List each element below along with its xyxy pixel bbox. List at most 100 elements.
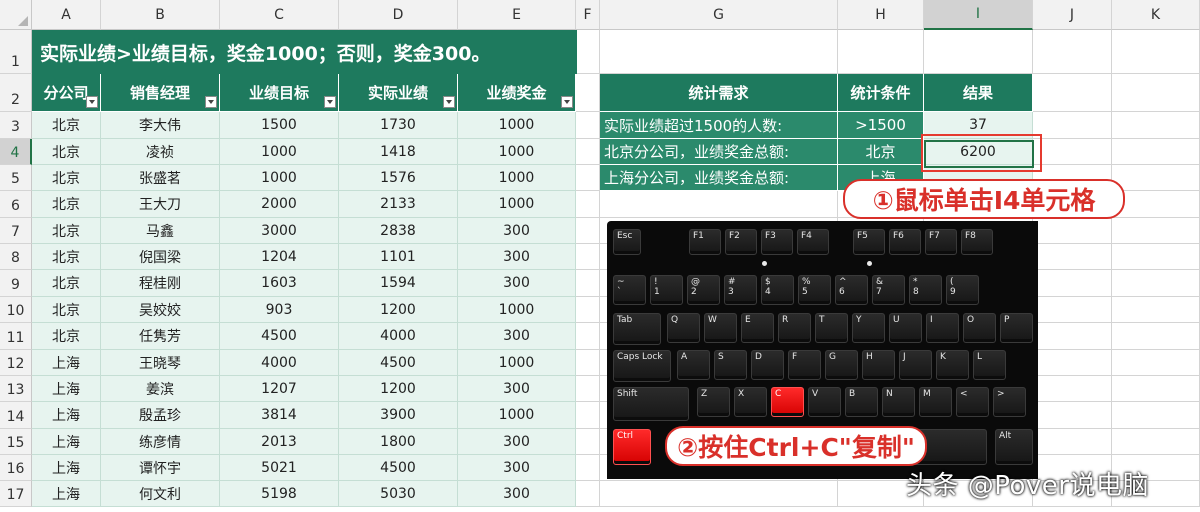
filter-dropdown-icon[interactable]: [324, 96, 336, 108]
data-cell[interactable]: 1800: [339, 429, 458, 455]
data-cell[interactable]: 4500: [220, 323, 339, 350]
cell[interactable]: [576, 297, 600, 323]
cell[interactable]: [600, 481, 838, 507]
cell[interactable]: [1033, 376, 1112, 402]
cell[interactable]: [576, 30, 600, 74]
row-header-1[interactable]: 1: [0, 30, 32, 74]
data-cell[interactable]: 300: [458, 270, 576, 297]
data-cell[interactable]: 2838: [339, 218, 458, 244]
cell[interactable]: [1112, 191, 1200, 218]
cell[interactable]: [1033, 244, 1112, 270]
row-header-9[interactable]: 9: [0, 270, 32, 297]
data-cell[interactable]: 1000: [220, 165, 339, 191]
select-all-corner[interactable]: [0, 0, 32, 30]
data-cell[interactable]: 倪国梁: [101, 244, 220, 270]
stats-condition-cell[interactable]: >1500: [838, 112, 924, 139]
cell[interactable]: [1112, 429, 1200, 455]
stats-header-cell[interactable]: 统计条件: [838, 74, 924, 112]
data-cell[interactable]: 1594: [339, 270, 458, 297]
data-cell[interactable]: 3000: [220, 218, 339, 244]
data-cell[interactable]: 3900: [339, 402, 458, 429]
column-title-cell[interactable]: 销售经理: [101, 74, 220, 112]
stats-need-cell[interactable]: 上海分公司，业绩奖金总额:: [600, 165, 838, 191]
data-cell[interactable]: 北京: [32, 270, 101, 297]
cell[interactable]: [576, 139, 600, 165]
column-header-b[interactable]: B: [101, 0, 220, 30]
column-header-i[interactable]: I: [924, 0, 1033, 30]
row-header-5[interactable]: 5: [0, 165, 32, 191]
data-cell[interactable]: 300: [458, 455, 576, 481]
cell[interactable]: [1033, 429, 1112, 455]
data-cell[interactable]: 1000: [458, 297, 576, 323]
data-cell[interactable]: 4000: [339, 323, 458, 350]
data-cell[interactable]: 300: [458, 481, 576, 507]
data-cell[interactable]: 上海: [32, 402, 101, 429]
cell[interactable]: [1033, 297, 1112, 323]
data-cell[interactable]: 上海: [32, 429, 101, 455]
data-cell[interactable]: 1000: [458, 402, 576, 429]
data-cell[interactable]: 1576: [339, 165, 458, 191]
cell[interactable]: [1112, 218, 1200, 244]
data-cell[interactable]: 1418: [339, 139, 458, 165]
data-cell[interactable]: 上海: [32, 481, 101, 507]
data-cell[interactable]: 2133: [339, 191, 458, 218]
cell[interactable]: [1112, 350, 1200, 376]
row-header-4[interactable]: 4: [0, 139, 32, 165]
cell[interactable]: [576, 429, 600, 455]
data-cell[interactable]: 任隽芳: [101, 323, 220, 350]
data-cell[interactable]: 上海: [32, 376, 101, 402]
row-header-6[interactable]: 6: [0, 191, 32, 218]
row-header-12[interactable]: 12: [0, 350, 32, 376]
row-header-17[interactable]: 17: [0, 481, 32, 507]
data-cell[interactable]: 300: [458, 323, 576, 350]
cell[interactable]: [1112, 74, 1200, 112]
filter-dropdown-icon[interactable]: [86, 96, 98, 108]
cell[interactable]: [1033, 270, 1112, 297]
data-cell[interactable]: 北京: [32, 244, 101, 270]
cell[interactable]: [576, 323, 600, 350]
column-header-d[interactable]: D: [339, 0, 458, 30]
data-cell[interactable]: 北京: [32, 297, 101, 323]
data-cell[interactable]: 5021: [220, 455, 339, 481]
data-cell[interactable]: 1000: [458, 350, 576, 376]
data-cell[interactable]: 1000: [458, 139, 576, 165]
data-cell[interactable]: 1207: [220, 376, 339, 402]
data-cell[interactable]: 300: [458, 429, 576, 455]
data-cell[interactable]: 3814: [220, 402, 339, 429]
data-cell[interactable]: 1101: [339, 244, 458, 270]
cell[interactable]: [1033, 218, 1112, 244]
data-cell[interactable]: 何文利: [101, 481, 220, 507]
cell[interactable]: [576, 481, 600, 507]
cell[interactable]: [576, 402, 600, 429]
data-cell[interactable]: 姜滨: [101, 376, 220, 402]
data-cell[interactable]: 李大伟: [101, 112, 220, 139]
data-cell[interactable]: 程桂刚: [101, 270, 220, 297]
data-cell[interactable]: 1204: [220, 244, 339, 270]
data-cell[interactable]: 2000: [220, 191, 339, 218]
column-title-cell[interactable]: 业绩目标: [220, 74, 339, 112]
cell[interactable]: [576, 455, 600, 481]
data-cell[interactable]: 4000: [220, 350, 339, 376]
data-cell[interactable]: 2013: [220, 429, 339, 455]
cell[interactable]: [1112, 112, 1200, 139]
cell[interactable]: [1033, 74, 1112, 112]
cell[interactable]: [1033, 402, 1112, 429]
data-cell[interactable]: 4500: [339, 455, 458, 481]
cell[interactable]: [1033, 350, 1112, 376]
data-cell[interactable]: 1200: [339, 376, 458, 402]
data-cell[interactable]: 谭怀宇: [101, 455, 220, 481]
row-header-16[interactable]: 16: [0, 455, 32, 481]
row-header-7[interactable]: 7: [0, 218, 32, 244]
filter-dropdown-icon[interactable]: [205, 96, 217, 108]
column-header-a[interactable]: A: [32, 0, 101, 30]
data-cell[interactable]: 殷孟珍: [101, 402, 220, 429]
cell[interactable]: [1112, 323, 1200, 350]
row-header-14[interactable]: 14: [0, 402, 32, 429]
filter-dropdown-icon[interactable]: [561, 96, 573, 108]
column-header-j[interactable]: J: [1033, 0, 1112, 30]
cell[interactable]: [576, 218, 600, 244]
cell[interactable]: [600, 191, 838, 218]
column-title-cell[interactable]: 业绩奖金: [458, 74, 576, 112]
cell[interactable]: [838, 30, 924, 74]
cell[interactable]: [1112, 376, 1200, 402]
